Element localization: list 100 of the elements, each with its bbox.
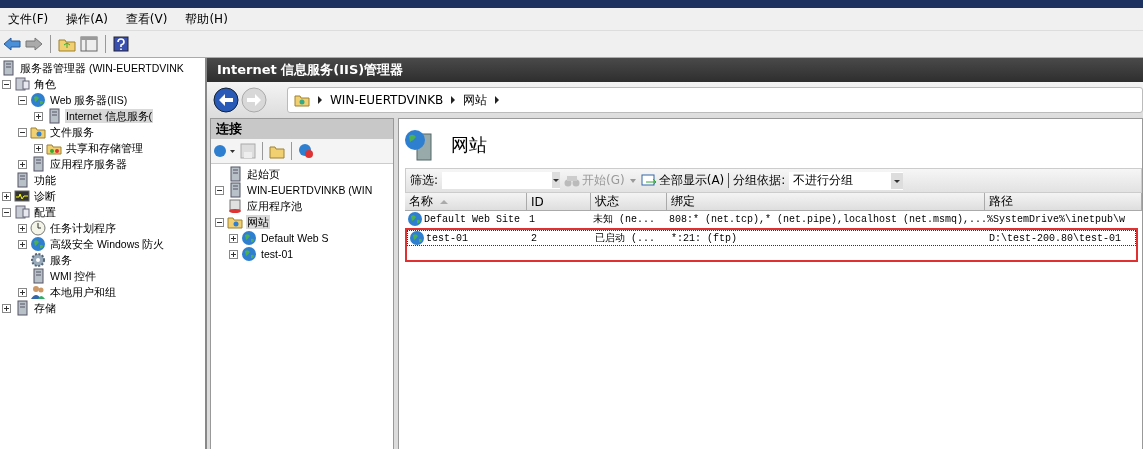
table-row[interactable]: Default Web Site 1 未知 (ne... 808:* (net.tcp),* (net.pipe),localhost (net.msmq),...%SystemDrive%\inetpub\w: [405, 211, 1142, 227]
dropdown-icon: [628, 176, 637, 185]
table-cell: Default Web Site: [424, 213, 520, 225]
collapse-toggle-icon[interactable]: [2, 207, 11, 217]
expand-toggle-icon[interactable]: [34, 143, 43, 153]
table-cell: 已启动 (...: [595, 231, 655, 245]
collapse-toggle-icon[interactable]: [215, 185, 224, 195]
breadcrumb-item[interactable]: 网站: [463, 91, 488, 109]
panel-title: Internet 信息服务(IIS)管理器: [217, 61, 404, 79]
expand-toggle-icon[interactable]: [18, 223, 27, 233]
tree-item[interactable]: Web 服务器(IIS): [49, 93, 129, 107]
pane-title: 连接: [216, 120, 242, 138]
tree-item[interactable]: 应用程序服务器: [49, 157, 128, 171]
server-icon: [30, 268, 46, 284]
table-cell: 2: [531, 232, 537, 244]
tree-item[interactable]: 共享和存储管理: [65, 141, 144, 155]
chevron-icon: [494, 96, 501, 104]
connect-dropdown-icon: [213, 143, 237, 159]
tree-item[interactable]: 角色: [33, 77, 57, 91]
menu-item[interactable]: 帮助(H): [185, 10, 228, 28]
filter-label: 筛选:: [410, 172, 439, 189]
clock-icon: [30, 220, 46, 236]
expand-toggle-icon[interactable]: [2, 191, 11, 201]
table-cell: %SystemDrive%\inetpub\w: [987, 213, 1126, 225]
filter-field[interactable]: [442, 172, 561, 189]
tree-item[interactable]: 功能: [33, 173, 57, 187]
expand-toggle-icon[interactable]: [18, 287, 27, 297]
server-icon: [46, 108, 62, 124]
expand-toggle-icon[interactable]: [229, 233, 238, 243]
table-cell: 1: [529, 213, 535, 225]
chevron-icon: [450, 96, 457, 104]
server-icon: [14, 204, 30, 220]
forward-arrow-icon: [25, 36, 43, 52]
tree-item[interactable]: 服务: [49, 253, 73, 267]
tree-item[interactable]: 文件服务: [49, 125, 95, 139]
show-all-button[interactable]: 全部显示(A): [640, 172, 725, 189]
console-tree-icon: [80, 36, 98, 52]
column-header[interactable]: 名称: [405, 193, 527, 210]
back-button-icon[interactable]: [213, 87, 239, 113]
table-cell: *:21: (ftp): [671, 232, 737, 244]
gear-icon: [30, 252, 46, 268]
globe-icon: [30, 92, 46, 108]
globe-icon: [407, 211, 423, 227]
collapse-toggle-icon[interactable]: [18, 127, 27, 137]
back-arrow-icon: [3, 36, 21, 52]
tree-item[interactable]: 本地用户和组: [49, 285, 117, 299]
tree-item[interactable]: test-01: [260, 247, 295, 261]
table-cell: D:\test-200.80\test-01: [989, 232, 1122, 244]
collapse-toggle-icon[interactable]: [18, 95, 27, 105]
tree-item[interactable]: 服务器管理器 (WIN-EUERTDVINK: [19, 61, 185, 75]
group-by-label: 分组依据:: [733, 172, 786, 189]
chevron-icon: [317, 96, 323, 104]
server-icon: [14, 300, 30, 316]
tree-item[interactable]: 网站: [246, 215, 270, 229]
tree-item[interactable]: Default Web S: [260, 231, 330, 245]
menu-item[interactable]: 操作(A): [66, 10, 108, 28]
collapse-toggle-icon[interactable]: [215, 217, 224, 227]
address-bar[interactable]: WIN-EUERTDVINKB 网站: [287, 87, 1143, 113]
group-by-dropdown[interactable]: 不进行分组: [789, 171, 904, 190]
tree-item[interactable]: WMI 控件: [49, 269, 98, 283]
users-icon: [30, 284, 46, 300]
globe-icon: [241, 246, 257, 262]
sort-ascending-icon: [439, 198, 449, 205]
folder-icon: [269, 143, 285, 159]
save-icon: [240, 143, 256, 159]
globe-icon: [30, 236, 46, 252]
expand-toggle-icon[interactable]: [2, 303, 11, 313]
column-header[interactable]: 状态: [591, 193, 667, 210]
table-row[interactable]: test-01 2 已启动 (... *:21: (ftp) D:\test-200.80\test-01: [407, 230, 1136, 246]
tree-item[interactable]: 诊断: [33, 189, 57, 203]
tree-item[interactable]: 配置: [33, 205, 57, 219]
tree-item[interactable]: 高级安全 Windows 防火: [49, 237, 166, 251]
monitor-icon: [14, 188, 30, 204]
expand-toggle-icon[interactable]: [18, 159, 27, 169]
tree-item[interactable]: 起始页: [246, 167, 281, 181]
breadcrumb-item[interactable]: WIN-EUERTDVINKB: [330, 93, 444, 107]
table-cell-text: 未知 (ne...: [593, 213, 655, 226]
show-all-icon: [640, 173, 657, 188]
server-icon: [14, 172, 30, 188]
binoculars-icon: [564, 173, 581, 188]
server-icon: [0, 60, 16, 76]
tree-item[interactable]: WIN-EUERTDVINKB (WIN: [246, 183, 374, 197]
tree-item[interactable]: 存储: [33, 301, 57, 315]
collapse-toggle-icon[interactable]: [2, 79, 11, 89]
column-header[interactable]: 绑定: [667, 193, 985, 210]
tree-item[interactable]: 任务计划程序: [49, 221, 117, 235]
column-header[interactable]: 路径: [985, 193, 1142, 210]
globe-icon: [409, 230, 425, 246]
table-cell: test-01: [426, 232, 468, 244]
menu-item[interactable]: 文件(F): [8, 10, 49, 28]
dropdown-icon: [891, 172, 904, 189]
expand-toggle-icon[interactable]: [18, 239, 27, 249]
folder-icon: [30, 124, 46, 140]
tree-item[interactable]: Internet 信息服务(: [65, 109, 154, 123]
expand-toggle-icon[interactable]: [229, 249, 238, 259]
column-header[interactable]: ID: [527, 193, 591, 210]
expand-toggle-icon[interactable]: [34, 111, 43, 121]
tree-item[interactable]: 应用程序池: [246, 199, 303, 213]
table-cell: 808:* (net.tcp),* (net.pipe),localhost (net.msmq),...: [669, 213, 988, 225]
menu-item[interactable]: 查看(V): [125, 10, 168, 28]
